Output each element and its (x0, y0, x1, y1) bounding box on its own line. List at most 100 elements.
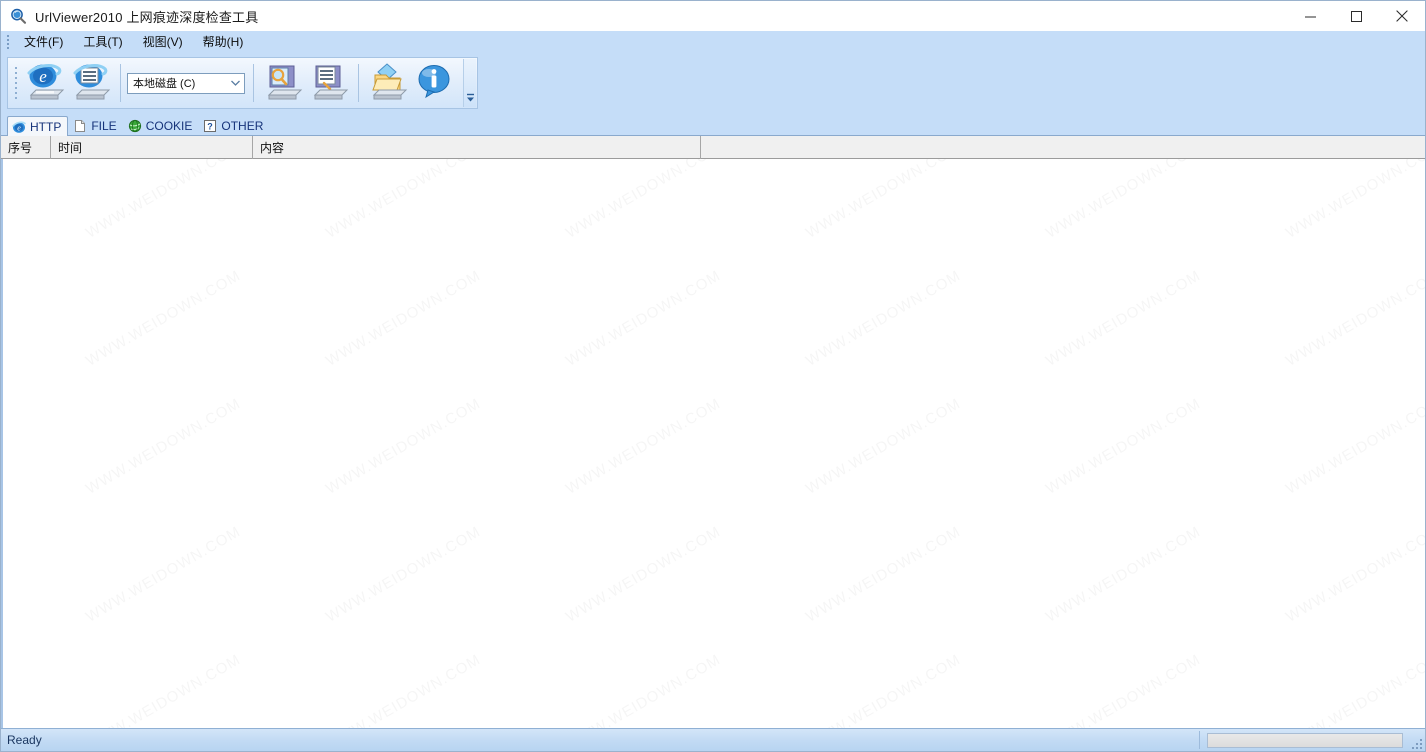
folder-open-drive-icon (367, 61, 409, 106)
menu-bar: 文件(F) 工具(T) 视图(V) 帮助(H) (1, 31, 1425, 53)
menu-file[interactable]: 文件(F) (14, 32, 73, 53)
drive-select-value: 本地磁盘 (C) (133, 78, 196, 90)
column-header-content[interactable]: 内容 (253, 135, 701, 159)
tab-file[interactable]: FILE (69, 116, 122, 135)
main-toolbar: e 本地磁盘 (C) (7, 57, 478, 109)
watermark-text: WWW.WEIDOWN.COM (1, 159, 4, 242)
watermark-text: WWW.WEIDOWN.COM (1283, 651, 1425, 728)
window-controls (1287, 1, 1425, 31)
watermark-text: WWW.WEIDOWN.COM (1043, 523, 1204, 626)
open-folder-drive-button[interactable] (365, 60, 411, 106)
status-message: Ready (7, 733, 42, 747)
watermark-text: WWW.WEIDOWN.COM (323, 651, 484, 728)
files-drive-icon (308, 61, 350, 106)
ie-drive-icon: e (24, 61, 66, 106)
tab-http-label: HTTP (30, 119, 62, 134)
minimize-button[interactable] (1287, 1, 1333, 31)
watermark-text: WWW.WEIDOWN.COM (323, 395, 484, 498)
menu-help[interactable]: 帮助(H) (193, 32, 254, 53)
ie-icon: e (12, 120, 26, 134)
scan-files-drive-button[interactable] (306, 60, 352, 106)
search-drive-icon (262, 61, 304, 106)
window-title: UrlViewer2010 上网痕迹深度检查工具 (35, 9, 259, 25)
svg-text:e: e (39, 67, 47, 86)
watermark-text: WWW.WEIDOWN.COM (1283, 267, 1425, 370)
watermark-text: WWW.WEIDOWN.COM (83, 267, 244, 370)
watermark-text: WWW.WEIDOWN.COM (1043, 159, 1204, 242)
about-button[interactable] (411, 60, 457, 106)
svg-text:e: e (17, 123, 21, 132)
app-window: UrlViewer2010 上网痕迹深度检查工具 文件(F) 工具(T) 视图(… (0, 0, 1426, 752)
menu-bar-grip[interactable] (3, 34, 12, 50)
menu-tools[interactable]: 工具(T) (73, 32, 132, 53)
tab-other[interactable]: ? OTHER (199, 116, 269, 135)
search-drive-button[interactable] (260, 60, 306, 106)
tab-cookie-label: COOKIE (145, 118, 193, 133)
svg-text:?: ? (208, 121, 214, 131)
tab-strip: e HTTP FILE COOKIE ? OTHER (1, 115, 1425, 136)
globe-icon (128, 119, 142, 133)
watermark-text: WWW.WEIDOWN.COM (83, 523, 244, 626)
tab-other-label: OTHER (221, 118, 264, 133)
progress-slot (1200, 729, 1409, 752)
watermark-text: WWW.WEIDOWN.COM (563, 651, 724, 728)
chevron-down-icon[interactable] (227, 74, 244, 93)
toolbar-overflow-chevron[interactable] (463, 59, 476, 107)
toolbar-separator-2 (253, 64, 254, 102)
watermark-text: WWW.WEIDOWN.COM (1283, 395, 1425, 498)
watermark-text: WWW.WEIDOWN.COM (83, 395, 244, 498)
watermark-text: WWW.WEIDOWN.COM (803, 523, 964, 626)
progress-bar (1206, 732, 1403, 748)
column-header-time[interactable]: 时间 (51, 135, 253, 159)
watermark-text: WWW.WEIDOWN.COM (563, 395, 724, 498)
scan-ie-history-button[interactable]: e (22, 60, 68, 106)
watermark-text: WWW.WEIDOWN.COM (563, 159, 724, 242)
watermark-text: WWW.WEIDOWN.COM (1, 267, 4, 370)
watermark-text: WWW.WEIDOWN.COM (1, 395, 4, 498)
column-header-filler (701, 136, 1425, 159)
toolbar-grip[interactable] (12, 62, 19, 104)
title-bar: UrlViewer2010 上网痕迹深度检查工具 (1, 1, 1425, 31)
watermark-text: WWW.WEIDOWN.COM (563, 523, 724, 626)
drive-select[interactable]: 本地磁盘 (C) (127, 72, 245, 94)
watermark-text: WWW.WEIDOWN.COM (803, 395, 964, 498)
magnifier-icon (10, 8, 27, 25)
watermark-text: WWW.WEIDOWN.COM (323, 267, 484, 370)
file-icon (73, 119, 87, 133)
results-list[interactable]: WWW.WEIDOWN.COM WWW.WEIDOWN.COM WWW.WEIDOW… (1, 159, 1425, 728)
close-button[interactable] (1379, 1, 1425, 31)
watermark-text: WWW.WEIDOWN.COM (83, 159, 244, 242)
tab-cookie[interactable]: COOKIE (124, 116, 199, 135)
watermark-layer: WWW.WEIDOWN.COM WWW.WEIDOWN.COM WWW.WEIDOW… (3, 159, 1425, 728)
question-icon: ? (203, 119, 217, 133)
watermark-text: WWW.WEIDOWN.COM (1283, 159, 1425, 242)
scan-ie-cache-button[interactable] (68, 60, 114, 106)
watermark-text: WWW.WEIDOWN.COM (803, 159, 964, 242)
list-column-headers: 序号 时间 内容 (1, 135, 1425, 159)
watermark-text: WWW.WEIDOWN.COM (1043, 267, 1204, 370)
toolbar-area: e 本地磁盘 (C) (1, 53, 1425, 115)
toolbar-separator-3 (358, 64, 359, 102)
title-bar-left: UrlViewer2010 上网痕迹深度检查工具 (1, 7, 1287, 26)
tab-http[interactable]: e HTTP (7, 116, 69, 136)
watermark-text: WWW.WEIDOWN.COM (803, 267, 964, 370)
ie-files-drive-icon (70, 61, 112, 106)
resize-grip[interactable] (1409, 729, 1425, 752)
tab-file-label: FILE (91, 118, 117, 133)
watermark-text: WWW.WEIDOWN.COM (83, 651, 244, 728)
watermark-text: WWW.WEIDOWN.COM (563, 267, 724, 370)
watermark-text: WWW.WEIDOWN.COM (323, 523, 484, 626)
info-icon (413, 61, 455, 106)
watermark-text: WWW.WEIDOWN.COM (803, 651, 964, 728)
watermark-text: WWW.WEIDOWN.COM (323, 159, 484, 242)
watermark-text: WWW.WEIDOWN.COM (1043, 395, 1204, 498)
watermark-text: WWW.WEIDOWN.COM (1, 651, 4, 728)
maximize-button[interactable] (1333, 1, 1379, 31)
toolbar-separator-1 (120, 64, 121, 102)
watermark-text: WWW.WEIDOWN.COM (1043, 651, 1204, 728)
status-bar: Ready (1, 728, 1425, 751)
column-header-index[interactable]: 序号 (1, 135, 51, 159)
menu-view[interactable]: 视图(V) (133, 32, 193, 53)
watermark-text: WWW.WEIDOWN.COM (1, 523, 4, 626)
watermark-text: WWW.WEIDOWN.COM (1283, 523, 1425, 626)
